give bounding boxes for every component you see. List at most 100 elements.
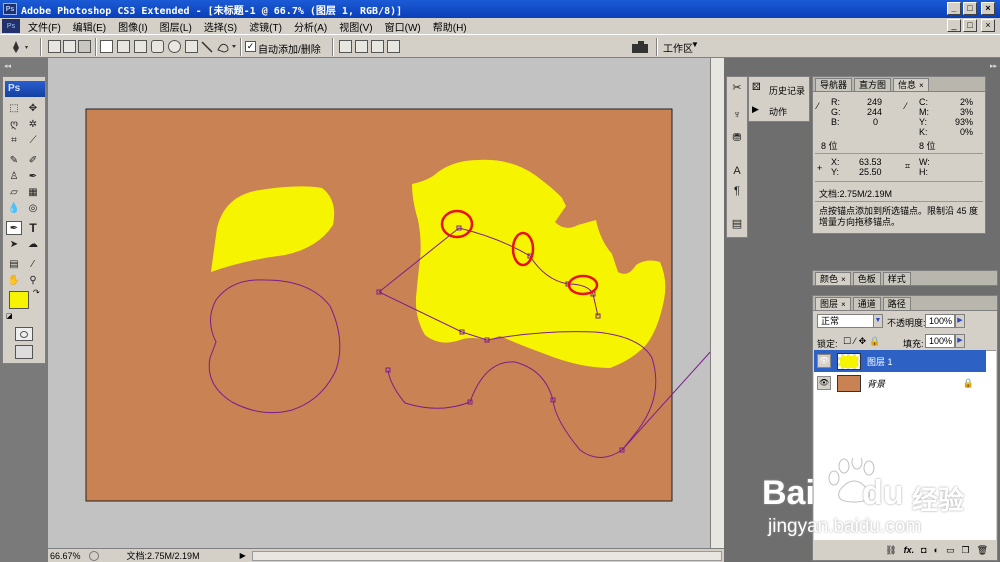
- auto-add-delete-label[interactable]: 自动添加/删除: [258, 41, 321, 56]
- bridge-icon[interactable]: [630, 39, 652, 55]
- group-icon[interactable]: ▭: [946, 545, 955, 556]
- fill-pixels-icon[interactable]: [78, 40, 91, 53]
- shape-layers-icon[interactable]: [48, 40, 61, 53]
- visibility-eye-icon[interactable]: 👁: [817, 376, 831, 390]
- tab-navigator[interactable]: 导航器: [815, 78, 853, 91]
- auto-add-delete-checkbox[interactable]: ✓: [245, 41, 256, 52]
- close-icon[interactable]: ×: [841, 300, 846, 309]
- menu-select[interactable]: 选择(S): [198, 19, 243, 34]
- zoom-tool-icon[interactable]: ⚲: [25, 273, 41, 287]
- hand-tool-icon[interactable]: ✋: [6, 273, 22, 287]
- vertical-scrollbar[interactable]: [710, 58, 724, 548]
- history-brush-tool-icon[interactable]: ✒: [25, 169, 41, 183]
- menu-view[interactable]: 视图(V): [333, 19, 378, 34]
- screen-mode-icon[interactable]: [15, 345, 33, 359]
- canvas[interactable]: [48, 58, 724, 548]
- slice-tool-icon[interactable]: ⟋: [25, 133, 41, 147]
- blur-tool-icon[interactable]: 💧: [6, 201, 22, 215]
- close-button[interactable]: ×: [981, 2, 995, 15]
- custom-shape-icon[interactable]: [216, 40, 238, 54]
- lasso-tool-icon[interactable]: ღ: [6, 117, 22, 131]
- history-icon[interactable]: ⚄: [752, 82, 761, 93]
- ellipse-icon[interactable]: [168, 40, 181, 53]
- tab-swatches[interactable]: 色板: [852, 272, 881, 285]
- paths-mode-icon[interactable]: [63, 40, 76, 53]
- mask-icon[interactable]: ◘: [921, 545, 926, 555]
- path-exclude-icon[interactable]: [387, 40, 400, 53]
- tab-histogram[interactable]: 直方图: [854, 78, 892, 91]
- menu-analysis[interactable]: 分析(A): [288, 19, 333, 34]
- menu-file[interactable]: 文件(F): [22, 19, 67, 34]
- default-colors-icon[interactable]: ◪: [6, 312, 13, 320]
- menu-filter[interactable]: 滤镜(T): [243, 19, 288, 34]
- tab-color[interactable]: 颜色 ×: [815, 272, 851, 285]
- character-icon[interactable]: A: [729, 165, 745, 181]
- paragraph-icon[interactable]: ¶: [729, 185, 745, 201]
- layer-row-background[interactable]: 👁 背景 🔒: [814, 372, 986, 394]
- foreground-color-swatch[interactable]: [9, 291, 29, 309]
- fx-icon[interactable]: fx.: [904, 545, 915, 555]
- history-panel-label[interactable]: 历史记录: [769, 84, 805, 97]
- rectangle-icon[interactable]: [134, 40, 147, 53]
- trash-icon[interactable]: 🗑: [977, 545, 988, 556]
- menu-layer[interactable]: 图层(L): [154, 19, 198, 34]
- minimize-button[interactable]: _: [947, 2, 961, 15]
- fill-slider-arrow-icon[interactable]: ▶: [955, 334, 965, 348]
- doc-restore-button[interactable]: □: [963, 19, 977, 32]
- workspace-menu[interactable]: 工作区: [663, 40, 693, 55]
- adjustment-icon[interactable]: ◐: [934, 545, 939, 555]
- tab-info[interactable]: 信息 ×: [893, 78, 929, 91]
- opacity-slider-arrow-icon[interactable]: ▶: [955, 314, 965, 328]
- healing-brush-tool-icon[interactable]: ✎: [6, 153, 22, 167]
- move-tool-icon[interactable]: ✥: [25, 101, 41, 115]
- gradient-tool-icon[interactable]: ▦: [25, 185, 41, 199]
- path-intersect-icon[interactable]: [371, 40, 384, 53]
- quick-mask-icon[interactable]: [15, 327, 33, 341]
- tab-layers[interactable]: 图层 ×: [815, 297, 851, 310]
- actions-panel-label[interactable]: 动作: [769, 105, 787, 118]
- freeform-pen-icon[interactable]: [117, 40, 130, 53]
- pen-tool-icon[interactable]: ✒: [6, 221, 22, 235]
- custom-shape-tool-icon[interactable]: ☁: [25, 237, 41, 251]
- polygon-icon[interactable]: [185, 40, 198, 53]
- notes-tool-icon[interactable]: ▤: [6, 257, 22, 271]
- link-icon[interactable]: ⛓: [885, 545, 896, 556]
- zoom-level[interactable]: 66.67%: [50, 551, 81, 561]
- tab-paths[interactable]: 路径: [882, 297, 911, 310]
- doc-close-button[interactable]: ×: [981, 19, 995, 32]
- layer-name[interactable]: 背景: [867, 377, 885, 390]
- type-tool-icon[interactable]: T: [25, 221, 41, 235]
- status-icon[interactable]: [88, 550, 99, 561]
- tools-preset-icon[interactable]: ✂: [729, 81, 745, 97]
- actions-icon[interactable]: ▶: [752, 104, 759, 115]
- menu-help[interactable]: 帮助(H): [427, 19, 473, 34]
- brush-tool-icon[interactable]: ✐: [25, 153, 41, 167]
- layer-row-layer-1[interactable]: 👁 图层 1: [814, 350, 986, 372]
- line-icon[interactable]: [200, 40, 214, 54]
- horizontal-scrollbar[interactable]: [251, 550, 722, 561]
- lock-icons[interactable]: ☐⁄✥🔒: [843, 336, 883, 347]
- clone-source-icon[interactable]: ⛃: [729, 131, 745, 147]
- pen-icon[interactable]: [100, 40, 113, 53]
- visibility-eye-icon[interactable]: 👁: [817, 354, 831, 368]
- rounded-rectangle-icon[interactable]: [151, 40, 164, 53]
- document-icon[interactable]: Ps: [2, 19, 20, 33]
- dodge-tool-icon[interactable]: ◎: [25, 201, 41, 215]
- pen-tool-preset-icon[interactable]: [10, 39, 32, 55]
- new-layer-icon[interactable]: ❐: [961, 545, 969, 556]
- crop-tool-icon[interactable]: ⌗: [6, 133, 22, 147]
- opacity-input[interactable]: 100%: [925, 314, 955, 328]
- doc-minimize-button[interactable]: _: [947, 19, 961, 32]
- eraser-tool-icon[interactable]: ▱: [6, 185, 22, 199]
- chevron-down-icon[interactable]: ▼: [691, 40, 699, 49]
- close-icon[interactable]: ×: [919, 81, 924, 90]
- marquee-tool-icon[interactable]: ⬚: [6, 101, 22, 115]
- fill-input[interactable]: 100%: [925, 334, 955, 348]
- path-subtract-icon[interactable]: [355, 40, 368, 53]
- magic-wand-tool-icon[interactable]: ✲: [25, 117, 41, 131]
- menu-edit[interactable]: 编辑(E): [67, 19, 112, 34]
- layer-comps-icon[interactable]: ▤: [729, 217, 745, 233]
- chevron-down-icon[interactable]: ▼: [873, 314, 883, 328]
- menu-window[interactable]: 窗口(W): [379, 19, 427, 34]
- tab-styles[interactable]: 样式: [882, 272, 911, 285]
